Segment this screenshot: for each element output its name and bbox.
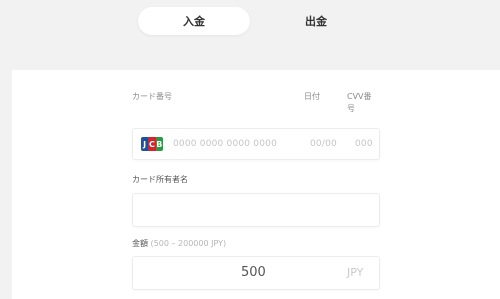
card-input-row: J C B 0000 0000 0000 0000 00/00 000 — [132, 128, 380, 160]
amount-value: 500 — [241, 265, 266, 280]
amount-label-row: 金額 (500 – 200000 JPY) — [132, 238, 226, 249]
tab-deposit[interactable]: 入金 — [138, 7, 250, 35]
amount-label: 金額 — [132, 239, 148, 248]
card-number-input[interactable]: 0000 0000 0000 0000 — [173, 139, 277, 149]
deposit-withdraw-tabs: 入金 出金 — [138, 7, 348, 35]
card-holder-label: カード所有者名 — [132, 175, 188, 184]
payment-form-panel: カード番号 日付 CVV番 号 J C B 0000 0000 0000 000… — [12, 70, 500, 299]
jcb-logo-icon: J C B — [141, 137, 163, 151]
cvv-input[interactable]: 000 — [355, 139, 373, 149]
date-label: 日付 — [304, 92, 320, 101]
amount-range: (500 – 200000 JPY) — [150, 239, 227, 248]
tab-withdraw[interactable]: 出金 — [256, 7, 376, 35]
cvv-label-line1: CVV番 — [347, 92, 372, 101]
cvv-label-line2: 号 — [347, 104, 355, 113]
expiry-date-input[interactable]: 00/00 — [310, 139, 337, 149]
currency-label: JPY — [347, 266, 364, 279]
card-number-label: カード番号 — [132, 92, 172, 101]
card-holder-input[interactable] — [132, 193, 380, 227]
amount-input[interactable]: 500 JPY — [132, 256, 380, 290]
cvv-label: CVV番 号 — [347, 91, 372, 115]
